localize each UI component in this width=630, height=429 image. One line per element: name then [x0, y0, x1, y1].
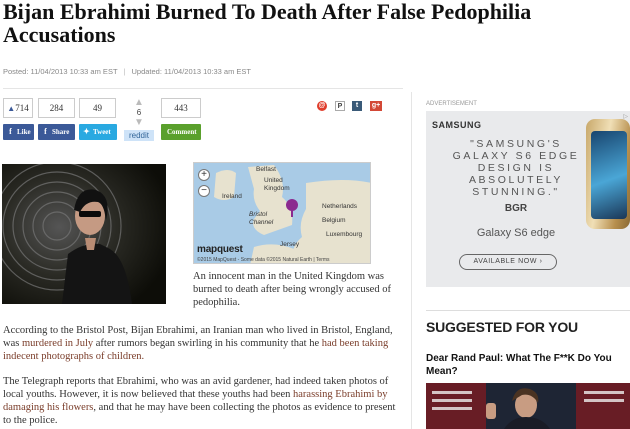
phone-image — [586, 119, 630, 229]
article-paragraph-2: The Telegraph reports that Ebrahimi, who… — [3, 376, 396, 426]
downvote-icon[interactable]: ▼ — [124, 118, 154, 128]
article-paragraph-1: According to the Bristol Post, Bijan Ebr… — [3, 325, 393, 362]
ad-tagline: "SAMSUNG'S GALAXY S6 EDGE DESIGN IS ABSO… — [452, 138, 580, 198]
ad-cta-button[interactable]: AVAILABLE NOW › — [459, 254, 557, 270]
map-label-bristol-channel: Bristol Channel — [249, 211, 274, 226]
article-link[interactable]: murdered in July — [22, 338, 93, 349]
article-meta: Posted: 11/04/2013 10:33 am EST | Updated:… — [3, 67, 251, 76]
ad-product: Galaxy S6 edge — [476, 227, 556, 239]
facebook-share-button[interactable]: f Share — [38, 124, 75, 140]
meta-divider: | — [123, 67, 126, 76]
map-label-luxembourg: Luxembourg — [326, 231, 363, 238]
suggested-article-title[interactable]: Dear Rand Paul: What The F**K Do You Mea… — [426, 352, 630, 378]
tumblr-icon[interactable]: t — [352, 101, 362, 111]
article-photo — [2, 164, 166, 304]
comment-button[interactable]: Comment — [161, 124, 201, 140]
comment-count: 443 — [161, 98, 201, 118]
article-title: Bijan Ebrahimi Burned To Death After Fal… — [3, 0, 532, 47]
map-label-ireland: Ireland — [222, 193, 242, 200]
location-map[interactable]: + − Belfast United Kingdom Ireland Brist… — [193, 162, 371, 264]
email-icon[interactable]: @ — [317, 101, 327, 111]
upvote-icon[interactable]: ▲ — [124, 98, 154, 108]
map-pin-stem — [291, 210, 293, 217]
suggested-heading: SUGGESTED FOR YOU — [426, 310, 630, 335]
map-label-belgium: Belgium — [322, 217, 346, 224]
map-label-uk: United Kingdom — [264, 177, 290, 192]
updated-date: Updated: 11/04/2013 10:33 am EST — [131, 67, 252, 76]
zoom-in-button[interactable]: + — [198, 169, 210, 181]
mapquest-logo[interactable]: mapquest — [197, 244, 243, 255]
map-label-netherlands: Netherlands — [322, 203, 358, 210]
map-label-jersey: Jersey — [280, 241, 300, 248]
ad-brand: SAMSUNG — [432, 120, 482, 130]
divider — [3, 88, 403, 89]
google-plus-icon[interactable]: g+ — [370, 101, 382, 111]
reddit-label[interactable]: reddit — [124, 130, 154, 141]
map-label-belfast: Belfast — [256, 166, 276, 173]
advertisement-label: ADVERTISEMENT — [426, 101, 477, 107]
facebook-icon: f — [44, 127, 47, 136]
ad-source: BGR — [504, 203, 528, 214]
tweet-count: 49 — [79, 98, 116, 118]
print-icon[interactable]: P — [335, 101, 345, 111]
column-divider — [411, 92, 412, 429]
posted-date: Posted: 11/04/2013 10:33 am EST — [3, 67, 118, 76]
thumbs-up-icon: ▲ — [7, 104, 16, 113]
facebook-like-count: ▲714 — [3, 98, 33, 118]
photo-caption: An innocent man in the United Kingdom wa… — [193, 271, 391, 308]
twitter-icon: ✦ — [83, 127, 90, 136]
reddit-widget[interactable]: ▲ 6 ▼ reddit — [124, 98, 154, 146]
facebook-icon: f — [9, 127, 12, 136]
suggested-article-image[interactable] — [426, 383, 630, 429]
zoom-out-button[interactable]: − — [198, 185, 210, 197]
tweet-button[interactable]: ✦ Tweet — [79, 124, 117, 140]
facebook-like-button[interactable]: f Like — [3, 124, 34, 140]
phone-screen — [591, 131, 627, 219]
map-copyright: ©2015 MapQuest - Some data ©2015 Natural… — [197, 257, 330, 263]
samsung-ad[interactable]: SAMSUNG ▷ "SAMSUNG'S GALAXY S6 EDGE DESI… — [426, 111, 630, 287]
facebook-share-count: 284 — [38, 98, 75, 118]
